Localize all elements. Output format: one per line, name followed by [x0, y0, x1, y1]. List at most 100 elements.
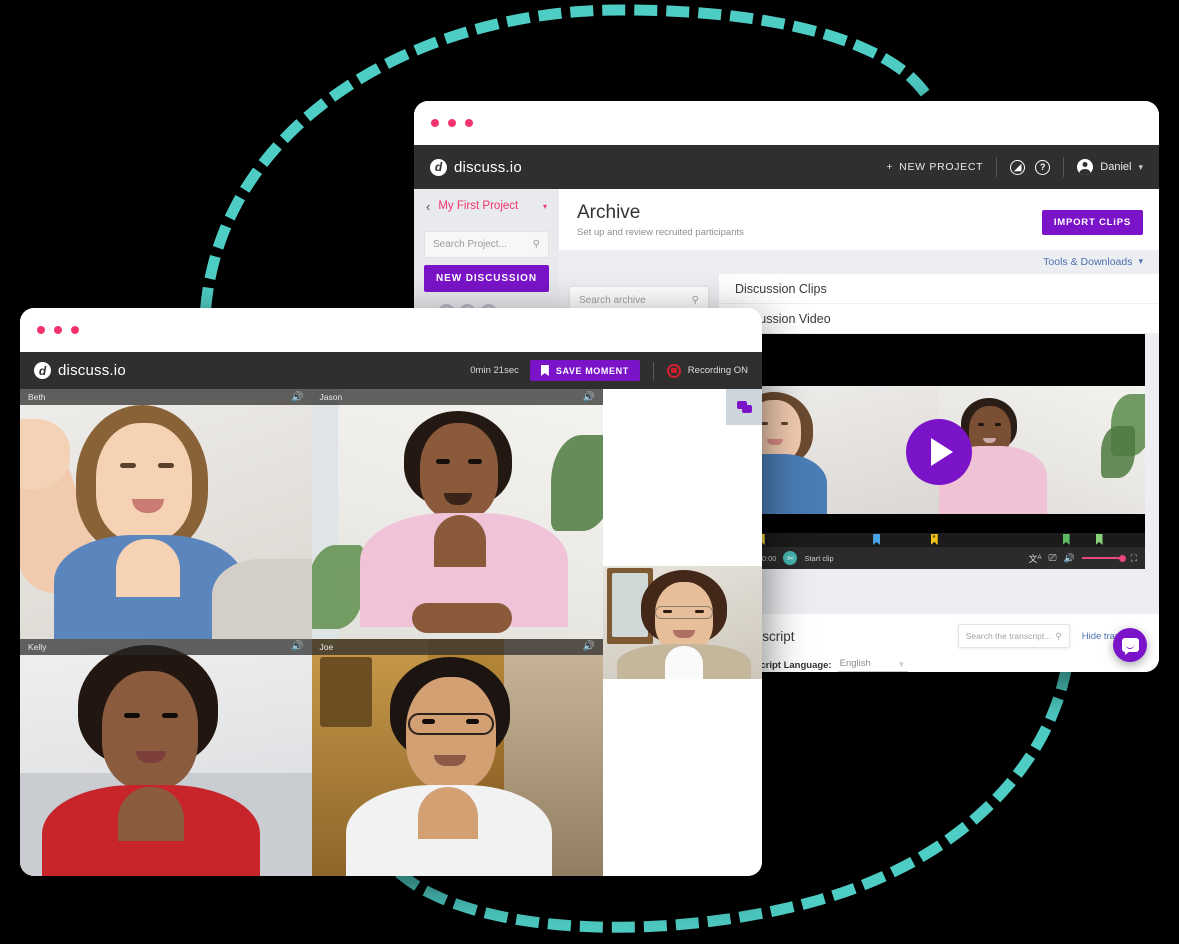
save-moment-label: SAVE MOMENT: [555, 365, 629, 376]
archive-window-chrome: [414, 101, 1159, 145]
chat-icon: [736, 401, 752, 413]
timeline-marker[interactable]: [1062, 534, 1070, 545]
video-feed: [20, 389, 312, 639]
search-icon: ⚲: [691, 294, 699, 306]
discuss-logo-icon: d: [430, 158, 447, 176]
brand-name: discuss.io: [454, 158, 522, 176]
window-minimize-dot[interactable]: [448, 119, 456, 127]
chevron-down-icon: ▾: [1138, 256, 1143, 266]
archive-search-placeholder: Search archive: [579, 294, 646, 306]
speaker-icon[interactable]: 🔊: [291, 392, 303, 403]
video-feed: [20, 638, 312, 876]
volume-slider[interactable]: [1081, 554, 1126, 562]
user-avatar-icon: [1077, 159, 1094, 175]
discuss-logo-icon: d: [34, 362, 51, 379]
intercom-chat-launcher[interactable]: [1113, 628, 1147, 662]
project-header[interactable]: ‹ My First Project ▾: [414, 189, 559, 223]
tile-label-bar: Jason 🔊: [311, 389, 603, 405]
help-icon[interactable]: ?: [1035, 159, 1051, 175]
brand-logo[interactable]: d discuss.io: [34, 362, 126, 379]
transcript-search-input[interactable]: Search the transcript... ⚲: [957, 624, 1070, 648]
call-topbar-divider: [652, 361, 654, 380]
bookmark-icon: [540, 365, 549, 376]
player-controls: 0:00 / 0:00 ✄ Start clip 文A ⎚ 🔊 ⛶: [733, 547, 1145, 569]
list-item-discussion-clips[interactable]: Discussion Clips: [719, 274, 1159, 304]
brand-name: discuss.io: [58, 362, 126, 379]
transcript-header: Transcript Search the transcript... ⚲ Hi…: [735, 624, 1143, 648]
record-icon: [666, 363, 681, 378]
screenshot-stage: d discuss.io + NEW PROJECT ◢ ? Daniel ▾: [0, 0, 1179, 944]
window-minimize-dot[interactable]: [54, 326, 62, 334]
chevron-left-icon[interactable]: ‹: [426, 199, 430, 214]
tools-downloads-menu[interactable]: Tools & Downloads ▾: [559, 250, 1159, 274]
transcript-language-select[interactable]: English ▾: [837, 658, 908, 672]
transcript-language-value: English: [839, 658, 871, 669]
participant-name: Beth: [28, 392, 46, 402]
user-menu[interactable]: Daniel ▾: [1077, 159, 1143, 175]
archive-header: Archive Set up and review recruited part…: [559, 189, 1159, 250]
start-clip-label[interactable]: Start clip: [804, 554, 833, 563]
observer-thumbnail[interactable]: [603, 566, 762, 679]
closed-captions-icon[interactable]: ⎚: [1048, 553, 1056, 564]
participant-name: Kelly: [28, 641, 47, 652]
discussion-browser-window: d discuss.io 0min 21sec SAVE MOMENT Reco…: [20, 308, 762, 876]
volume-icon[interactable]: 🔊: [1063, 553, 1074, 564]
video-player[interactable]: ★ 0:00 / 0:00 ✄ Start clip 文A ⎚ 🔊: [733, 334, 1145, 569]
chat-bubble-icon: [1121, 638, 1139, 655]
import-clips-button[interactable]: IMPORT CLiPS: [1041, 210, 1143, 235]
brand-logo[interactable]: d discuss.io: [430, 158, 522, 176]
participant-name: Jason: [319, 392, 343, 402]
chat-toggle-button[interactable]: [726, 389, 762, 425]
window-close-dot[interactable]: [37, 326, 45, 334]
participant-name: Joe: [319, 641, 334, 652]
list-item-discussion-video[interactable]: Discussion Video: [719, 304, 1159, 334]
project-name: My First Project: [438, 200, 519, 212]
tile-label-bar: Beth 🔊: [20, 389, 312, 405]
side-rail: [603, 389, 762, 876]
timeline-marker[interactable]: ★: [930, 534, 938, 545]
save-moment-button[interactable]: SAVE MOMENT: [529, 360, 640, 381]
translate-icon[interactable]: 文A: [1028, 552, 1041, 565]
video-player-container: ★ 0:00 / 0:00 ✄ Start clip 文A ⎚ 🔊: [719, 334, 1159, 614]
search-icon: ⚲: [532, 239, 540, 250]
new-project-button[interactable]: + NEW PROJECT: [886, 161, 983, 173]
chevron-down-icon: ▾: [1138, 161, 1143, 172]
video-feed: [311, 389, 603, 639]
scissors-icon[interactable]: ✄: [783, 551, 798, 565]
user-name: Daniel: [1100, 161, 1132, 173]
transcript-section: Transcript Search the transcript... ⚲ Hi…: [719, 614, 1159, 672]
session-timer: 0min 21sec: [470, 365, 519, 376]
tools-downloads-label: Tools & Downloads: [1043, 256, 1133, 268]
participant-tile-joe[interactable]: Joe 🔊: [311, 638, 603, 876]
timeline-marker[interactable]: [873, 534, 881, 545]
transcript-search-placeholder: Search the transcript...: [965, 631, 1052, 641]
project-search-placeholder: Search Project...: [433, 239, 507, 250]
compass-icon[interactable]: ◢: [1010, 159, 1026, 175]
speaker-icon[interactable]: 🔊: [583, 392, 595, 403]
window-maximize-dot[interactable]: [465, 119, 473, 127]
window-maximize-dot[interactable]: [71, 326, 79, 334]
topbar-divider: [996, 157, 998, 177]
recording-label: Recording ON: [687, 365, 748, 376]
window-close-dot[interactable]: [431, 119, 439, 127]
timeline-marker[interactable]: [1095, 534, 1103, 545]
chevron-down-icon[interactable]: ▾: [543, 202, 547, 211]
new-discussion-button[interactable]: NEW DISCUSSION: [424, 265, 549, 292]
speaker-icon[interactable]: 🔊: [583, 641, 595, 652]
video-timeline[interactable]: ★: [733, 533, 1145, 547]
project-search-input[interactable]: Search Project... ⚲: [424, 231, 549, 258]
video-feed: [311, 638, 603, 876]
participant-grid: Beth 🔊 Jason 🔊 Kelly 🔊 Joe 🔊: [20, 389, 603, 876]
participant-tile-beth[interactable]: Beth 🔊: [20, 389, 312, 639]
participant-tile-jason[interactable]: Jason 🔊: [311, 389, 603, 639]
speaker-icon[interactable]: 🔊: [291, 641, 303, 652]
plus-icon: +: [886, 161, 894, 173]
play-button[interactable]: [906, 418, 972, 485]
fullscreen-icon[interactable]: ⛶: [1131, 553, 1137, 564]
call-window-chrome: [20, 308, 762, 352]
marker-star-icon: ★: [931, 534, 937, 540]
archive-topbar: d discuss.io + NEW PROJECT ◢ ? Daniel ▾: [414, 145, 1159, 189]
participant-tile-kelly[interactable]: Kelly 🔊: [20, 638, 312, 876]
tile-label-bar: Kelly 🔊: [20, 638, 312, 655]
topbar-divider-2: [1063, 157, 1065, 177]
